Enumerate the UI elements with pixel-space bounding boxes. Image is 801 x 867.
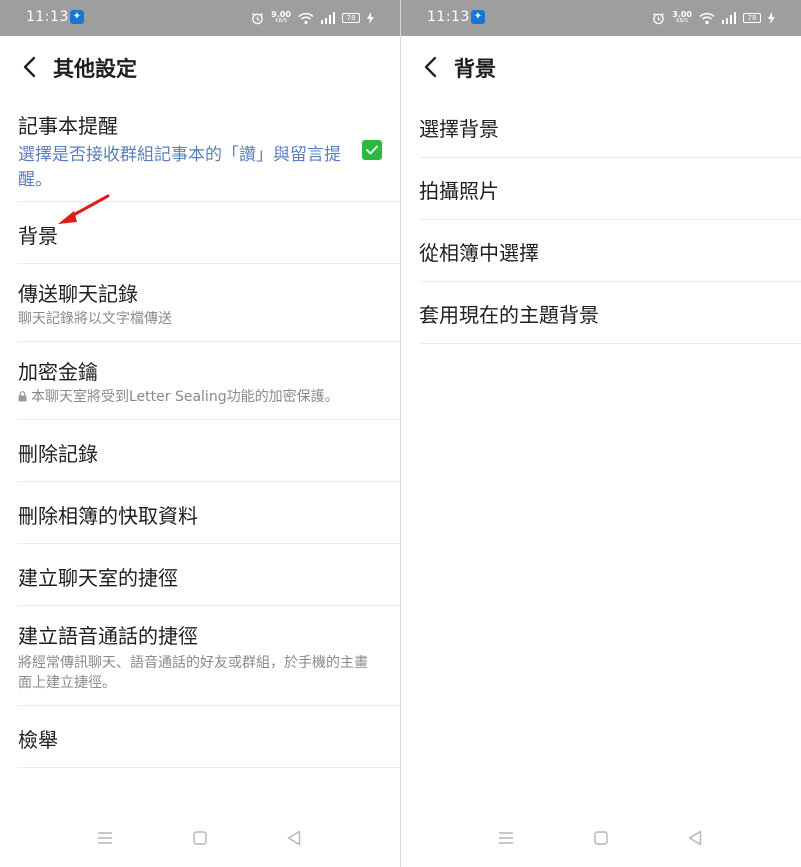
setting-title: 背景	[18, 224, 58, 248]
nav-back-button[interactable]	[283, 827, 305, 849]
app-bar: 背景	[401, 36, 801, 98]
app-bar: 其他設定	[0, 36, 400, 98]
menu-icon	[98, 832, 112, 844]
alarm-icon	[653, 12, 665, 24]
setting-background[interactable]: 背景	[18, 202, 400, 264]
battery-icon: 78	[743, 13, 761, 23]
option-title: 從相簿中選擇	[419, 241, 539, 265]
option-apply-theme-background[interactable]: 套用現在的主題背景	[419, 282, 801, 344]
notification-icon: ✦	[70, 10, 84, 24]
setting-encryption-key[interactable]: 加密金鑰 本聊天室將受到Letter Sealing功能的加密保護。	[18, 342, 400, 420]
setting-title: 傳送聊天記錄	[18, 282, 138, 306]
setting-create-chat-shortcut[interactable]: 建立聊天室的捷徑	[18, 544, 400, 606]
nav-bar	[401, 811, 801, 867]
background-options-list: 選擇背景 拍攝照片 從相簿中選擇 套用現在的主題背景	[419, 96, 801, 344]
reminder-checkbox[interactable]	[362, 140, 382, 160]
wifi-icon	[699, 12, 715, 24]
option-title: 拍攝照片	[419, 179, 499, 203]
setting-title: 記事本提醒	[18, 114, 118, 138]
setting-subtitle: 本聊天室將受到Letter Sealing功能的加密保護。	[31, 389, 339, 405]
setting-subtitle: 選擇是否接收群組記事本的「讚」與留言提醒。	[18, 145, 341, 190]
notification-icon: ✦	[471, 10, 485, 24]
setting-subtitle: 將經常傳訊聊天、語音通話的好友或群組，於手機的主畫面上建立捷徑。	[18, 655, 368, 691]
setting-title: 刪除記錄	[18, 442, 98, 466]
setting-title: 檢舉	[18, 728, 58, 752]
check-icon	[366, 145, 378, 155]
option-take-photo[interactable]: 拍攝照片	[419, 158, 801, 220]
setting-title: 建立語音通話的捷徑	[18, 624, 198, 648]
page-title: 其他設定	[53, 57, 137, 81]
right-screen: 11:13 ✦ 3.00 KB/S 78 背景 選擇背景 拍攝照片 從相簿中選擇	[401, 0, 801, 867]
status-time: 11:13	[26, 9, 69, 25]
wifi-icon	[298, 12, 314, 24]
setting-note-reminder[interactable]: 記事本提醒 選擇是否接收群組記事本的「讚」與留言提醒。	[18, 98, 400, 202]
back-arrow-icon[interactable]	[18, 54, 42, 80]
back-triangle-icon	[287, 830, 301, 846]
network-speed-unit: KB/S	[676, 18, 688, 24]
status-time: 11:13	[427, 9, 470, 25]
menu-icon	[499, 832, 513, 844]
setting-subtitle: 聊天記錄將以文字檔傳送	[18, 311, 172, 327]
battery-icon: 78	[342, 13, 360, 23]
menu-button[interactable]	[94, 827, 116, 849]
left-screen: 11:13 ✦ 9.00 KB/S 78 其他設定 記事本提醒 選擇是否接收群組…	[0, 0, 400, 867]
network-speed: 9.00 KB/S	[271, 11, 291, 25]
option-choose-from-album[interactable]: 從相簿中選擇	[419, 220, 801, 282]
nav-bar	[0, 811, 400, 867]
setting-clear-album-cache[interactable]: 刪除相簿的快取資料	[18, 482, 400, 544]
setting-title: 建立聊天室的捷徑	[18, 566, 178, 590]
option-choose-background[interactable]: 選擇背景	[419, 96, 801, 158]
status-bar: 11:13 ✦ 9.00 KB/S 78	[0, 0, 400, 36]
nav-back-button[interactable]	[684, 827, 706, 849]
network-speed-value: 3.00	[672, 10, 692, 19]
menu-button[interactable]	[495, 827, 517, 849]
back-triangle-icon	[688, 830, 702, 846]
network-speed-unit: KB/S	[275, 18, 287, 24]
setting-send-chat-history[interactable]: 傳送聊天記錄 聊天記錄將以文字檔傳送	[18, 264, 400, 342]
network-speed: 3.00 KB/S	[672, 11, 692, 25]
signal-icon	[321, 12, 335, 24]
home-icon	[594, 831, 608, 845]
lock-icon	[18, 391, 27, 402]
status-bar: 11:13 ✦ 3.00 KB/S 78	[401, 0, 801, 36]
status-icons: 3.00 KB/S 78	[652, 8, 775, 28]
home-button[interactable]	[189, 827, 211, 849]
charging-icon	[367, 12, 374, 24]
page-title: 背景	[454, 57, 496, 81]
signal-icon	[722, 12, 736, 24]
charging-icon	[768, 12, 775, 24]
network-speed-value: 9.00	[271, 10, 291, 19]
option-title: 套用現在的主題背景	[419, 303, 599, 327]
home-icon	[193, 831, 207, 845]
settings-list: 記事本提醒 選擇是否接收群組記事本的「讚」與留言提醒。 背景 傳送聊天記錄 聊天…	[18, 98, 400, 768]
setting-title: 刪除相簿的快取資料	[18, 504, 198, 528]
setting-title: 加密金鑰	[18, 360, 98, 384]
setting-report[interactable]: 檢舉	[18, 706, 400, 768]
home-button[interactable]	[590, 827, 612, 849]
back-arrow-icon[interactable]	[419, 54, 443, 80]
setting-delete-history[interactable]: 刪除記錄	[18, 420, 400, 482]
alarm-icon	[252, 12, 264, 24]
status-icons: 9.00 KB/S 78	[251, 8, 374, 28]
option-title: 選擇背景	[419, 117, 499, 141]
setting-create-voice-call-shortcut[interactable]: 建立語音通話的捷徑 將經常傳訊聊天、語音通話的好友或群組，於手機的主畫面上建立捷…	[18, 606, 400, 706]
